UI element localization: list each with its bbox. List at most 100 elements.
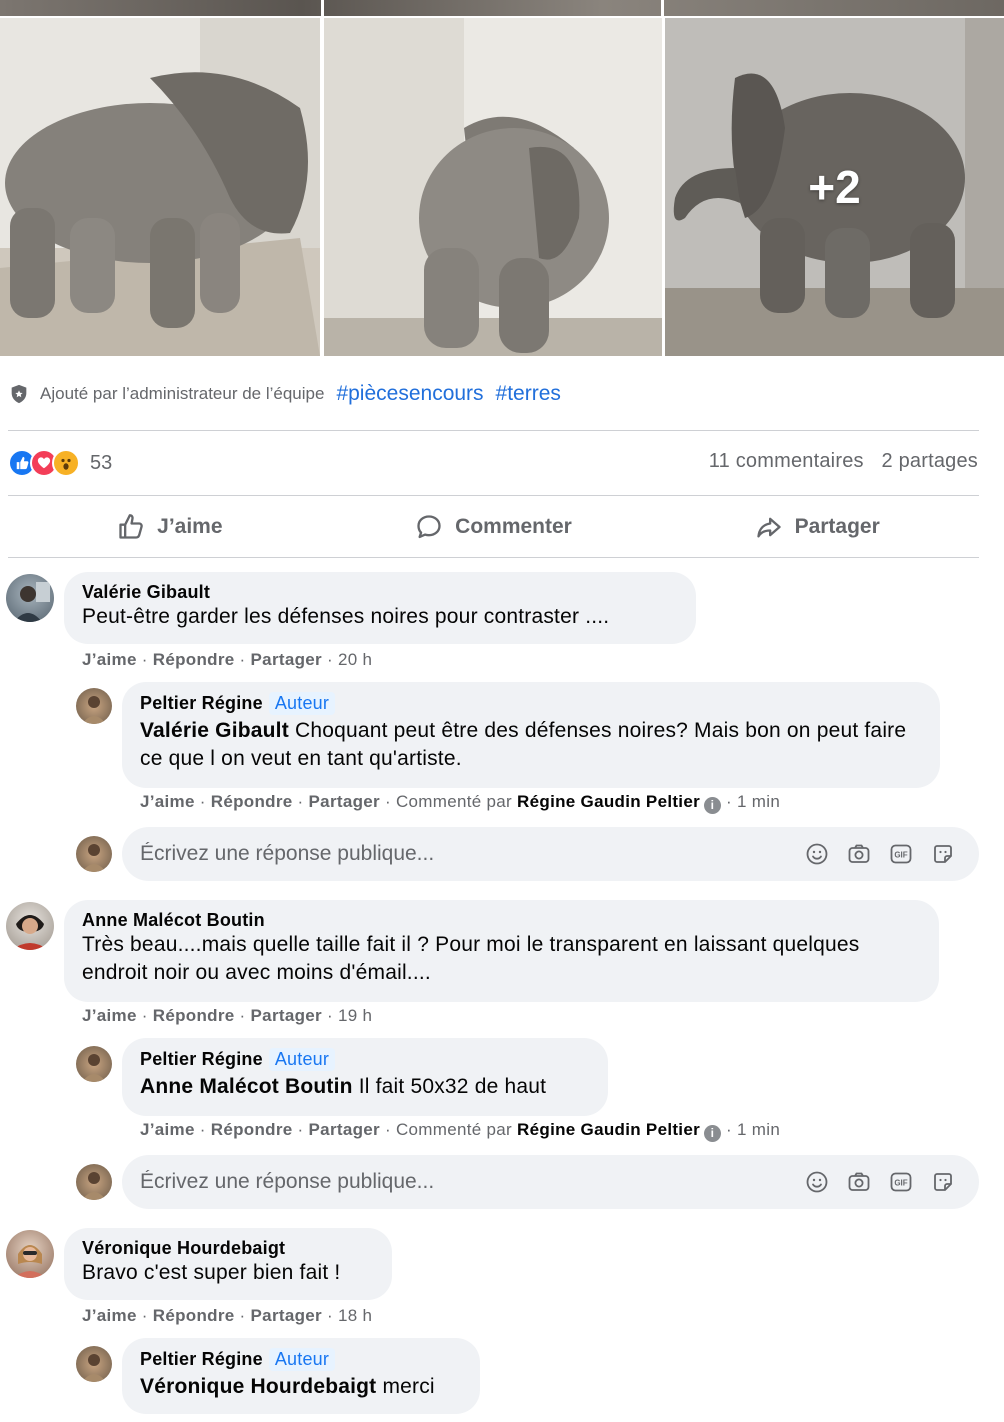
reply-text: Anne Malécot Boutin Il fait 50x32 de hau…	[140, 1073, 590, 1101]
emoji-icon[interactable]	[805, 842, 829, 866]
reply-composer[interactable]: GIF	[122, 827, 979, 881]
reply-bubble: Peltier Régine Auteur Véronique Hourdebai…	[122, 1338, 480, 1414]
more-photos-overlay[interactable]: +2	[665, 18, 1004, 356]
divider	[8, 430, 979, 431]
avatar[interactable]	[6, 574, 54, 622]
comment-icon	[417, 515, 441, 539]
emoji-icon[interactable]	[805, 1170, 829, 1194]
comment-bubble: Véronique Hourdebaigt Bravo c'est super …	[64, 1228, 392, 1300]
separator: ·	[726, 1120, 732, 1139]
separator: ·	[239, 650, 246, 669]
comment-time[interactable]: 20 h	[338, 650, 372, 669]
like-button[interactable]: J’aime	[8, 500, 332, 554]
comment-like-link[interactable]: J’aime	[82, 1006, 137, 1025]
commented-by-name[interactable]: Régine Gaudin Peltier	[517, 792, 700, 811]
avatar[interactable]	[76, 1346, 112, 1382]
comment-bubble: Valérie Gibault Peut-être garder les déf…	[64, 572, 696, 644]
gif-icon[interactable]: GIF	[889, 1170, 913, 1194]
admin-note: Ajouté par l’administrateur de l’équipe	[40, 384, 325, 403]
comment-label: Commenter	[455, 515, 572, 538]
reply-input[interactable]	[140, 1170, 805, 1194]
reply-input[interactable]	[140, 842, 805, 866]
comment-text: Très beau....mais quelle taille fait il …	[82, 933, 860, 984]
commented-by-label: Commenté par	[395, 1120, 513, 1139]
reply-mention[interactable]: Valérie Gibault	[140, 719, 289, 742]
comment-author[interactable]: Véronique Hourdebaigt	[82, 1238, 374, 1259]
reply-reply-link[interactable]: Répondre	[211, 792, 293, 811]
sticker-icon[interactable]	[931, 1170, 955, 1194]
avatar[interactable]	[76, 1046, 112, 1082]
comment-button[interactable]: Commenter	[332, 500, 656, 554]
sticker-icon[interactable]	[931, 842, 955, 866]
shield-icon	[11, 384, 27, 404]
author-badge: Auteur	[268, 692, 336, 715]
comments-count-link[interactable]: 11 commentaires	[709, 450, 864, 472]
avatar[interactable]	[6, 1230, 54, 1278]
reply-like-link[interactable]: J’aime	[140, 1120, 195, 1139]
reply-text: Véronique Hourdebaigt merci	[140, 1373, 462, 1401]
comment-reply-link[interactable]: Répondre	[153, 650, 235, 669]
comment-reply-link[interactable]: Répondre	[153, 1006, 235, 1025]
shares-count-link[interactable]: 2 partages	[881, 450, 978, 472]
reply-like-link[interactable]: J’aime	[140, 792, 195, 811]
avatar[interactable]	[6, 902, 54, 950]
share-arrow-icon	[756, 517, 781, 538]
camera-icon[interactable]	[847, 1170, 871, 1194]
camera-icon[interactable]	[847, 842, 871, 866]
separator: ·	[384, 792, 391, 811]
previous-photo-strip[interactable]	[0, 0, 1004, 16]
thumbs-up-icon	[119, 514, 143, 539]
reply-composer[interactable]: GIF	[122, 1155, 979, 1209]
reply-header: Peltier Régine Auteur	[140, 1348, 462, 1371]
separator: ·	[141, 1006, 148, 1025]
reply-share-link[interactable]: Partager	[309, 792, 380, 811]
reply-mention[interactable]: Véronique Hourdebaigt	[140, 1375, 376, 1398]
reply-mention[interactable]: Anne Malécot Boutin	[140, 1075, 353, 1098]
reply-reply-link[interactable]: Répondre	[211, 1120, 293, 1139]
hashtag-link[interactable]: #piècesencours	[336, 382, 483, 406]
info-icon[interactable]: i	[704, 797, 721, 814]
photo-elephant-front[interactable]: +2	[665, 18, 1004, 356]
reply-header: Peltier Régine Auteur	[140, 1048, 590, 1071]
comment-time[interactable]: 18 h	[338, 1306, 372, 1325]
comment-time[interactable]: 19 h	[338, 1006, 372, 1025]
comment-share-link[interactable]: Partager	[251, 1006, 322, 1025]
info-icon[interactable]: i	[704, 1125, 721, 1142]
reaction-summary[interactable]: 53	[8, 448, 112, 478]
separator: ·	[297, 1120, 304, 1139]
wow-reaction-icon	[52, 449, 80, 477]
separator: ·	[297, 792, 304, 811]
reply-author[interactable]: Peltier Régine	[140, 693, 263, 713]
comment-author[interactable]: Valérie Gibault	[82, 582, 678, 603]
comment-meta: J’aime · Répondre · Partager · 18 h	[82, 1306, 372, 1326]
comment-share-link[interactable]: Partager	[251, 650, 322, 669]
photo-elephant-side[interactable]	[0, 18, 320, 356]
svg-text:GIF: GIF	[894, 851, 907, 860]
share-button[interactable]: Partager	[655, 500, 979, 554]
comment-reply-link[interactable]: Répondre	[153, 1306, 235, 1325]
post-action-bar: J’aime Commenter Partager	[8, 500, 979, 554]
comment-like-link[interactable]: J’aime	[82, 650, 137, 669]
separator: ·	[384, 1120, 391, 1139]
reply-time[interactable]: 1 min	[737, 792, 780, 811]
reply-author[interactable]: Peltier Régine	[140, 1049, 263, 1069]
svg-text:GIF: GIF	[894, 1179, 907, 1188]
reply-time[interactable]: 1 min	[737, 1120, 780, 1139]
photo-elephant-back[interactable]	[324, 18, 662, 356]
commented-by-name[interactable]: Régine Gaudin Peltier	[517, 1120, 700, 1139]
avatar[interactable]	[76, 688, 112, 724]
comment-like-link[interactable]: J’aime	[82, 1306, 137, 1325]
avatar	[76, 1164, 112, 1200]
reply-author[interactable]: Peltier Régine	[140, 1349, 263, 1369]
comment-meta: J’aime · Répondre · Partager · 19 h	[82, 1006, 372, 1026]
commented-by-label: Commenté par	[395, 792, 513, 811]
comment-author[interactable]: Anne Malécot Boutin	[82, 910, 921, 931]
gif-icon[interactable]: GIF	[889, 842, 913, 866]
comment-bubble: Anne Malécot Boutin Très beau....mais qu…	[64, 900, 939, 1002]
hashtag-link[interactable]: #terres	[496, 382, 561, 406]
separator: ·	[239, 1006, 246, 1025]
reply-body: Il fait 50x32 de haut	[358, 1075, 547, 1098]
comment-share-link[interactable]: Partager	[251, 1306, 322, 1325]
reply-share-link[interactable]: Partager	[309, 1120, 380, 1139]
more-photos-count: +2	[808, 161, 861, 213]
